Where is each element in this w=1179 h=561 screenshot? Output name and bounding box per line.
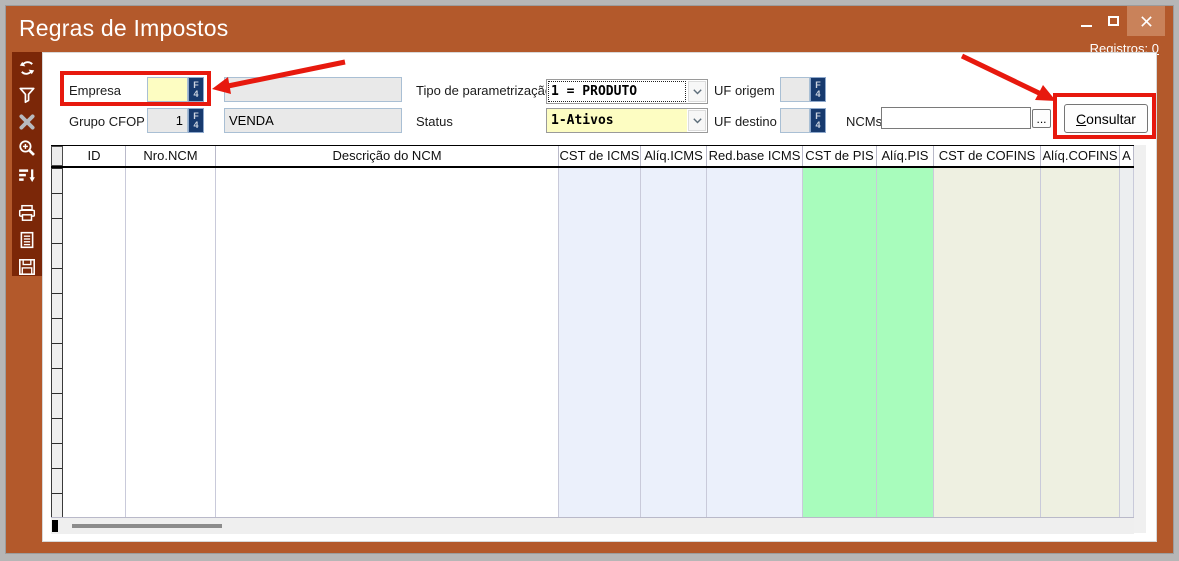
grupo-cfop-label: Grupo CFOP [69, 114, 145, 129]
scrollbar-mark [52, 520, 58, 532]
content-panel: Empresa F4 Tipo de parametrização 1 = PR… [42, 52, 1157, 542]
uf-destino-label: UF destino [714, 114, 777, 129]
save-button[interactable] [18, 257, 37, 276]
zoom-icon [18, 139, 36, 157]
grid-column-header-4[interactable]: Alíq.ICMS [641, 146, 707, 166]
uf-origem-label: UF origem [714, 83, 775, 98]
empresa-desc-field [224, 77, 402, 102]
grid-body-cols [63, 168, 1134, 517]
tipo-dropdown-button[interactable] [688, 81, 706, 102]
grid-row-selector-column[interactable] [51, 168, 63, 517]
grid-column-header-6[interactable]: CST de PIS [803, 146, 877, 166]
grid-column-body-7 [877, 168, 934, 517]
tipo-parametrizacao-select[interactable]: 1 = PRODUTO [546, 79, 708, 104]
minimize-icon [1081, 25, 1092, 27]
grid-column-body-9 [1041, 168, 1120, 517]
grid-column-header-0[interactable]: ID [63, 146, 126, 166]
chevron-down-icon [693, 118, 702, 124]
grid-column-header-3[interactable]: CST de ICMS [559, 146, 641, 166]
clear-filter-button[interactable] [18, 112, 37, 131]
grid-header-cells: IDNro.NCMDescrição do NCMCST de ICMSAlíq… [63, 146, 1134, 166]
status-label: Status [416, 114, 453, 129]
grid-column-header-1[interactable]: Nro.NCM [126, 146, 216, 166]
grid-column-body-10 [1120, 168, 1134, 517]
grid-column-body-8 [934, 168, 1041, 517]
status-dropdown-button[interactable] [688, 110, 706, 131]
ncms-label: NCMs [846, 114, 882, 129]
uf-destino-f4-button[interactable]: F4 [810, 108, 826, 133]
grid-column-body-6 [803, 168, 877, 517]
grid-column-header-9[interactable]: Alíq.COFINS [1041, 146, 1120, 166]
print-icon [18, 204, 36, 222]
uf-origem-input[interactable] [780, 77, 810, 102]
window-title: Regras de Impostos [19, 15, 228, 42]
save-icon [18, 258, 36, 276]
clear-filter-icon [18, 113, 36, 131]
annotation-box-empresa [60, 71, 211, 106]
grid-column-header-8[interactable]: CST de COFINS [934, 146, 1041, 166]
grid-column-body-0 [63, 168, 126, 517]
grid-column-header-5[interactable]: Red.base ICMS [707, 146, 803, 166]
ncms-browse-button[interactable]: ... [1032, 109, 1051, 128]
sort-button[interactable] [18, 166, 37, 185]
status-select[interactable]: 1-Ativos [546, 108, 708, 133]
grid-select-all-cell[interactable] [51, 146, 63, 166]
refresh-icon [18, 59, 36, 77]
grid-body [51, 168, 1134, 518]
close-icon [1140, 15, 1153, 28]
window-controls [1073, 6, 1165, 36]
sort-down-icon [18, 166, 36, 184]
tipo-parametrizacao-label: Tipo de parametrização [416, 83, 552, 98]
grupo-cfop-f4-button[interactable]: F4 [188, 108, 204, 133]
uf-origem-f4-button[interactable]: F4 [810, 77, 826, 102]
report-icon [18, 231, 36, 249]
chevron-down-icon [693, 89, 702, 95]
maximize-icon [1108, 16, 1119, 26]
grid-column-body-4 [641, 168, 707, 517]
refresh-button[interactable] [18, 59, 37, 78]
uf-destino-input[interactable] [780, 108, 810, 133]
grupo-cfop-desc-field: VENDA [224, 108, 402, 133]
filter-icon [18, 86, 36, 104]
grid-header: IDNro.NCMDescrição do NCMCST de ICMSAlíq… [51, 145, 1134, 168]
minimize-button[interactable] [1073, 6, 1100, 36]
maximize-button[interactable] [1100, 6, 1127, 36]
grid-column-body-2 [216, 168, 559, 517]
ncms-input[interactable] [881, 107, 1031, 129]
grid-column-body-5 [707, 168, 803, 517]
scrollbar-thumb[interactable] [72, 524, 222, 528]
toolbar-strip [12, 52, 42, 276]
grid-horizontal-scrollbar[interactable] [51, 518, 1134, 534]
grid-column-header-10[interactable]: A [1120, 146, 1134, 166]
grid-column-header-2[interactable]: Descrição do NCM [216, 146, 559, 166]
zoom-button[interactable] [18, 139, 37, 158]
close-button[interactable] [1127, 6, 1165, 36]
grid-column-body-3 [559, 168, 641, 517]
grupo-cfop-input[interactable]: 1 [147, 108, 188, 133]
print-button[interactable] [18, 204, 37, 223]
grid-column-header-7[interactable]: Alíq.PIS [877, 146, 934, 166]
grid-column-body-1 [126, 168, 216, 517]
report-button[interactable] [18, 231, 37, 250]
filter-button[interactable] [18, 86, 37, 105]
grid-gutter [1134, 145, 1146, 533]
annotation-box-consultar [1053, 93, 1156, 139]
